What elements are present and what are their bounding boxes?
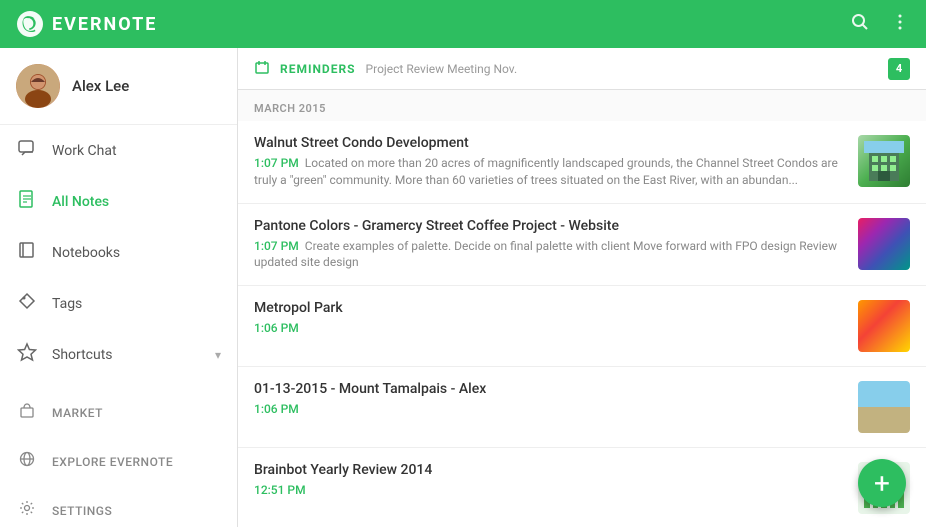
new-note-fab[interactable]: + xyxy=(858,459,906,507)
note-meta: 1:06 PM xyxy=(254,320,846,337)
reminders-badge: 4 xyxy=(888,58,910,80)
notes-content-wrapper: MARCH 2015 Walnut Street Condo Developme… xyxy=(238,90,926,527)
note-thumbnail xyxy=(858,381,910,433)
more-options-icon[interactable] xyxy=(890,12,910,37)
note-item[interactable]: 01-13-2015 - Mount Tamalpais - Alex 1:06… xyxy=(238,367,926,448)
sidebar-item-notebooks[interactable]: Notebooks xyxy=(0,227,237,278)
sidebar-item-shortcuts[interactable]: Shortcuts ▾ xyxy=(0,329,237,380)
beach-thumbnail xyxy=(858,381,910,433)
sidebar-item-tags-label: Tags xyxy=(52,296,82,312)
shortcuts-icon xyxy=(16,342,38,367)
note-item[interactable]: Walnut Street Condo Development 1:07 PML… xyxy=(238,121,926,204)
note-thumbnail xyxy=(858,135,910,187)
logo: EVERNOTE xyxy=(16,10,157,38)
profile-section[interactable]: Alex Lee xyxy=(0,48,237,125)
note-thumbnail xyxy=(858,218,910,270)
note-item[interactable]: Pantone Colors - Gramercy Street Coffee … xyxy=(238,204,926,287)
app-title: EVERNOTE xyxy=(52,14,157,35)
sidebar-item-shortcuts-label: Shortcuts xyxy=(52,347,113,363)
reminders-label: REMINDERS xyxy=(280,62,356,76)
tags-icon xyxy=(16,291,38,316)
notes-list: MARCH 2015 Walnut Street Condo Developme… xyxy=(238,90,926,527)
sidebar-item-work-chat[interactable]: Work Chat xyxy=(0,125,237,176)
note-item[interactable]: Metropol Park 1:06 PM xyxy=(238,286,926,367)
sidebar-item-notebooks-label: Notebooks xyxy=(52,245,120,261)
main-layout: Alex Lee Work Chat All Notes Notebooks xyxy=(0,48,926,527)
sidebar-item-market-label: MARKET xyxy=(52,406,103,420)
sidebar-item-market[interactable]: MARKET xyxy=(0,388,237,437)
topbar: EVERNOTE xyxy=(0,0,926,48)
sidebar-item-explore[interactable]: EXPLORE EVERNOTE xyxy=(0,437,237,486)
note-title: 01-13-2015 - Mount Tamalpais - Alex xyxy=(254,381,846,397)
sidebar: Alex Lee Work Chat All Notes Notebooks xyxy=(0,48,238,527)
content-area: REMINDERS Project Review Meeting Nov. 4 … xyxy=(238,48,926,527)
note-time: 1:06 PM xyxy=(254,321,299,335)
note-body: Walnut Street Condo Development 1:07 PML… xyxy=(254,135,846,189)
palette-thumbnail xyxy=(858,218,910,270)
shortcuts-chevron-icon: ▾ xyxy=(215,348,221,362)
sidebar-item-work-chat-label: Work Chat xyxy=(52,143,117,159)
note-time: 1:07 PM xyxy=(254,239,299,253)
notebooks-icon xyxy=(16,240,38,265)
sidebar-item-all-notes[interactable]: All Notes xyxy=(0,176,237,227)
note-time: 12:51 PM xyxy=(254,483,306,497)
month-header: MARCH 2015 xyxy=(238,90,926,121)
sidebar-item-settings[interactable]: SETTINGS xyxy=(0,486,237,527)
sidebar-item-settings-label: SETTINGS xyxy=(52,504,112,518)
avatar xyxy=(16,64,60,108)
evernote-logo-icon xyxy=(16,10,44,38)
note-title: Pantone Colors - Gramercy Street Coffee … xyxy=(254,218,846,234)
note-body: Pantone Colors - Gramercy Street Coffee … xyxy=(254,218,846,272)
building-thumbnail xyxy=(858,135,910,187)
note-body: 01-13-2015 - Mount Tamalpais - Alex 1:06… xyxy=(254,381,846,418)
note-body: Brainbot Yearly Review 2014 12:51 PM xyxy=(254,462,846,499)
note-meta: 1:07 PMLocated on more than 20 acres of … xyxy=(254,155,846,189)
note-time: 1:07 PM xyxy=(254,156,299,170)
sidebar-item-tags[interactable]: Tags xyxy=(0,278,237,329)
profile-name: Alex Lee xyxy=(72,77,129,95)
note-meta: 1:07 PMCreate examples of palette. Decid… xyxy=(254,238,846,272)
market-icon xyxy=(16,401,38,424)
all-notes-icon xyxy=(16,189,38,214)
note-body: Metropol Park 1:06 PM xyxy=(254,300,846,337)
reminders-bar[interactable]: REMINDERS Project Review Meeting Nov. 4 xyxy=(238,48,926,90)
avatar-image xyxy=(16,64,60,108)
park-thumbnail xyxy=(858,300,910,352)
sidebar-item-all-notes-label: All Notes xyxy=(52,194,109,210)
note-meta: 12:51 PM xyxy=(254,482,846,499)
note-title: Walnut Street Condo Development xyxy=(254,135,846,151)
reminders-preview: Project Review Meeting Nov. xyxy=(366,62,878,76)
note-thumbnail xyxy=(858,300,910,352)
note-item[interactable]: Brainbot Yearly Review 2014 12:51 PM xyxy=(238,448,926,527)
search-icon[interactable] xyxy=(850,12,870,37)
reminders-icon xyxy=(254,59,270,79)
settings-icon xyxy=(16,499,38,522)
note-title: Metropol Park xyxy=(254,300,846,316)
note-title: Brainbot Yearly Review 2014 xyxy=(254,462,846,478)
sidebar-item-explore-label: EXPLORE EVERNOTE xyxy=(52,455,173,469)
work-chat-icon xyxy=(16,138,38,163)
note-time: 1:06 PM xyxy=(254,402,299,416)
explore-icon xyxy=(16,450,38,473)
note-meta: 1:06 PM xyxy=(254,401,846,418)
